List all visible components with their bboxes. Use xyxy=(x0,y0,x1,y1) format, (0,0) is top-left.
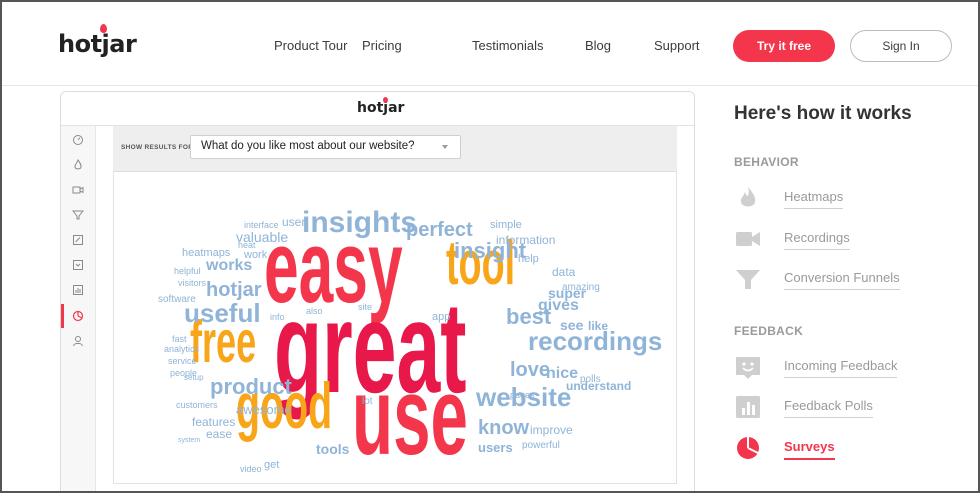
word-cloud-word: data xyxy=(552,265,576,279)
word-cloud-word: service xyxy=(168,356,197,366)
word-cloud-word: information xyxy=(496,233,555,247)
hotjar-logo[interactable]: hotjar xyxy=(58,24,137,58)
feature-incoming-feedback[interactable]: Incoming Feedback xyxy=(734,352,974,382)
feedback-icon[interactable] xyxy=(72,259,84,271)
word-cloud-word: also xyxy=(306,306,323,316)
word-cloud-word: analytics xyxy=(164,344,200,354)
behavior-section-label: BEHAVIOR xyxy=(734,155,799,169)
surveys-icon[interactable] xyxy=(72,310,84,322)
word-cloud-word: lot xyxy=(362,396,373,407)
forms-icon[interactable] xyxy=(72,234,84,246)
word-cloud-word: awesome xyxy=(236,402,292,417)
dashboard-icon[interactable] xyxy=(72,134,84,146)
user-icon[interactable] xyxy=(72,335,84,347)
recordings-icon[interactable] xyxy=(72,184,84,196)
feature-label: Recordings xyxy=(784,230,850,250)
word-cloud-word: powerful xyxy=(522,440,560,451)
word-cloud-word: helpful xyxy=(174,266,201,276)
word-cloud-word: user xyxy=(282,215,305,229)
feature-label: Surveys xyxy=(784,439,835,460)
word-cloud-word: customers xyxy=(176,400,218,410)
nav-pricing[interactable]: Pricing xyxy=(362,38,402,53)
app-logo-flame-icon xyxy=(383,97,388,103)
feature-conversion-funnels[interactable]: Conversion Funnels xyxy=(734,264,974,294)
how-it-works-title: Here's how it works xyxy=(734,103,912,124)
sidebar-active-indicator xyxy=(61,304,64,328)
polls-icon[interactable] xyxy=(72,284,84,296)
word-cloud-word: get xyxy=(264,459,279,471)
pie-icon xyxy=(737,437,759,459)
word-cloud-word: fast xyxy=(172,334,187,344)
feature-label: Heatmaps xyxy=(784,189,844,209)
funnel-icon xyxy=(736,270,760,289)
word-cloud-word: hotjar xyxy=(206,279,262,301)
word-cloud-word: setup xyxy=(184,373,204,382)
feature-heatmaps[interactable]: Heatmaps xyxy=(734,183,974,213)
word-cloud-word: help xyxy=(518,253,539,265)
word-cloud-word: heat xyxy=(238,240,256,250)
nav-product-tour[interactable]: Product Tour xyxy=(274,38,347,53)
word-cloud-word: video xyxy=(240,464,262,474)
app-sidebar xyxy=(61,126,96,491)
logo-flame-icon xyxy=(100,24,107,33)
funnels-icon[interactable] xyxy=(72,209,84,221)
word-cloud-word: polls xyxy=(580,374,601,385)
word-cloud-word: like xyxy=(588,319,608,333)
word-cloud-word: insights xyxy=(302,206,417,239)
feedback-section-label: FEEDBACK xyxy=(734,324,804,338)
word-cloud-word: interface xyxy=(244,220,279,230)
word-cloud-word: site xyxy=(358,302,372,312)
word-cloud-word: app xyxy=(432,311,450,323)
results-toolbar: SHOW RESULTS FOR: What do you like most … xyxy=(113,126,677,172)
word-cloud-word: love xyxy=(510,359,550,381)
smiley-icon xyxy=(736,357,760,379)
word-cloud-word: heatmaps xyxy=(182,247,231,259)
heatmaps-icon[interactable] xyxy=(72,159,84,171)
word-cloud-word: users xyxy=(478,440,513,455)
word-cloud-word: improve xyxy=(530,423,573,437)
logo-text: hotjar xyxy=(58,30,137,58)
word-cloud-word: system xyxy=(178,437,200,444)
app-logo-text: hotjar xyxy=(357,100,405,116)
feature-recordings[interactable]: Recordings xyxy=(734,224,974,254)
word-cloud-word: product xyxy=(210,374,293,399)
app-preview-header: hotjar xyxy=(61,92,694,126)
feature-label: Incoming Feedback xyxy=(784,358,898,378)
nav-blog[interactable]: Blog xyxy=(585,38,611,53)
word-cloud-word: pages xyxy=(510,390,535,400)
word-cloud-word: ease xyxy=(206,427,232,441)
poll-icon xyxy=(736,396,760,418)
nav-support[interactable]: Support xyxy=(654,38,700,53)
feature-label: Feedback Polls xyxy=(784,398,873,418)
word-cloud-word: tools xyxy=(316,441,350,457)
word-cloud-panel: easy great use good free tool insights recordin… xyxy=(113,172,677,484)
survey-question-select[interactable]: What do you like most about our website? xyxy=(190,135,461,159)
feature-label: Conversion Funnels xyxy=(784,270,900,290)
app-preview: hotjar SHOW RESULTS FOR: What do you lik… xyxy=(60,91,695,491)
word-cloud: easygreatusegoodfreetoolinsightsrecordin… xyxy=(158,206,662,478)
show-results-label: SHOW RESULTS FOR: xyxy=(121,144,196,151)
browser-frame: hotjar Product Tour Pricing Testimonials… xyxy=(0,0,980,493)
app-logo: hotjar xyxy=(357,97,405,116)
camera-icon xyxy=(736,232,760,246)
word-cloud-word: amazing xyxy=(562,282,600,293)
word-cloud-word: see xyxy=(560,317,584,333)
feature-surveys[interactable]: Surveys xyxy=(734,433,974,463)
word-cloud-word: software xyxy=(158,294,196,305)
flame-icon xyxy=(740,187,756,207)
how-it-works-panel: Here's how it works BEHAVIOR Heatmaps Re… xyxy=(734,2,974,491)
word-cloud-word: simple xyxy=(490,219,522,231)
word-cloud-word: know xyxy=(478,417,530,439)
chevron-down-icon xyxy=(442,145,448,149)
word-cloud-word: use xyxy=(352,355,468,478)
word-cloud-word: work xyxy=(243,249,268,261)
feature-feedback-polls[interactable]: Feedback Polls xyxy=(734,392,974,422)
nav-testimonials[interactable]: Testimonials xyxy=(472,38,544,53)
word-cloud-word: perfect xyxy=(406,219,473,241)
survey-question-value: What do you like most about our website? xyxy=(201,140,415,152)
word-cloud-word: visitors xyxy=(178,278,207,288)
word-cloud-word: info xyxy=(270,312,285,322)
